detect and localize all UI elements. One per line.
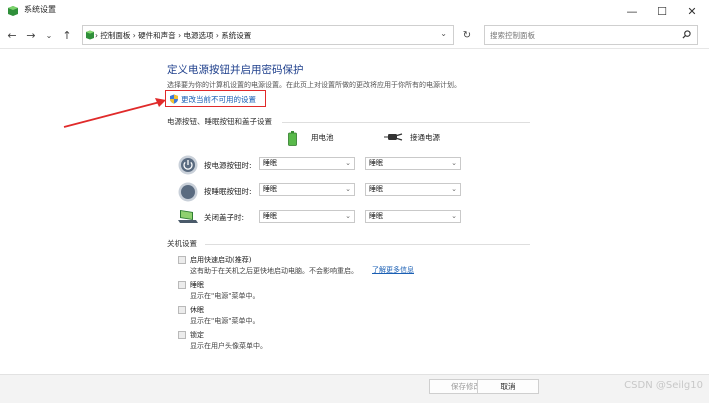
refresh-icon[interactable]: ↻: [459, 27, 475, 43]
power-button-battery-select[interactable]: 睡眠 ⌄: [259, 157, 355, 170]
back-arrow-icon[interactable]: ←: [4, 27, 20, 43]
up-arrow-icon[interactable]: ↑: [59, 27, 75, 43]
page-title: 定义电源按钮并启用密码保护: [167, 64, 304, 76]
sleep-option-desc: 显示在"电源"菜单中。: [190, 292, 260, 300]
navigation-bar: ← → ⌄ ↑ › 控制面板 › 硬件和声音 › 电源选项 › 系统设置 ⌄ ↻…: [0, 22, 709, 49]
select-value: 睡眠: [263, 159, 277, 167]
chevron-down-icon: ⌄: [451, 159, 457, 167]
change-unavailable-settings-link[interactable]: 更改当前不可用的设置: [181, 95, 256, 105]
select-value: 睡眠: [369, 159, 383, 167]
chevron-down-icon: ⌄: [451, 212, 457, 220]
section-divider: [205, 244, 530, 245]
shutdown-section-title: 关机设置: [167, 239, 197, 248]
sleep-button-battery-select[interactable]: 睡眠 ⌄: [259, 183, 355, 196]
lock-checkbox[interactable]: [178, 331, 186, 339]
breadcrumb-item-system-settings[interactable]: 系统设置: [221, 31, 251, 40]
history-chevron-down-icon[interactable]: ⌄: [41, 27, 57, 43]
power-buttons-section-title: 电源按钮、睡眠按钮和盖子设置: [167, 117, 272, 126]
address-bar[interactable]: › 控制面板 › 硬件和声音 › 电源选项 › 系统设置 ⌄: [82, 25, 454, 45]
laptop-lid-icon: [178, 210, 198, 223]
page-subtitle: 选择要为你的计算机设置的电源设置。在此页上对设置所做的更改将应用于你所有的电源计…: [167, 81, 461, 89]
search-icon[interactable]: [682, 30, 691, 39]
sleep-button-icon: [178, 182, 198, 202]
footer-bar: 保存修改 取消: [0, 374, 709, 403]
cancel-button[interactable]: 取消: [477, 379, 539, 394]
power-options-app-icon: [8, 6, 18, 16]
plug-icon: [384, 133, 403, 141]
breadcrumb-item-hardware-sound[interactable]: 硬件和声音: [138, 31, 176, 40]
sleep-option-label: 睡眠: [190, 281, 204, 289]
window-title: 系统设置: [24, 5, 56, 14]
fast-startup-desc: 这有助于在关机之后更快地启动电脑。不会影响重启。: [190, 267, 358, 275]
select-value: 睡眠: [369, 212, 383, 220]
select-value: 睡眠: [369, 185, 383, 193]
hibernate-option-label: 休眠: [190, 306, 204, 314]
chevron-down-icon: ⌄: [451, 185, 457, 193]
lock-option-label: 锁定: [190, 331, 204, 339]
plugged-in-column-header: 接通电源: [410, 133, 440, 142]
power-button-plugged-select[interactable]: 睡眠 ⌄: [365, 157, 461, 170]
select-value: 睡眠: [263, 185, 277, 193]
learn-more-link[interactable]: 了解更多信息: [372, 265, 414, 275]
sleep-checkbox[interactable]: [178, 281, 186, 289]
sleep-button-plugged-select[interactable]: 睡眠 ⌄: [365, 183, 461, 196]
chevron-down-icon: ⌄: [345, 159, 351, 167]
section-divider: [282, 122, 530, 123]
breadcrumb-item-control-panel[interactable]: 控制面板: [100, 31, 130, 40]
chevron-down-icon: ⌄: [345, 212, 351, 220]
search-input[interactable]: 搜索控制面板: [484, 25, 698, 45]
battery-column-header: 用电池: [311, 133, 334, 142]
breadcrumb-item-power-options[interactable]: 电源选项: [183, 31, 213, 40]
lock-option-desc: 显示在用户头像菜单中。: [190, 342, 267, 350]
power-button-icon: [178, 155, 198, 175]
watermark: CSDN @Seilg10: [624, 380, 703, 391]
title-bar: 系统设置 — ☐ ✕: [0, 0, 709, 22]
main-content: 定义电源按钮并启用密码保护 选择要为你的计算机设置的电源设置。在此页上对设置所做…: [0, 49, 709, 374]
power-button-label: 按电源按钮时:: [204, 161, 252, 170]
close-button[interactable]: ✕: [678, 0, 706, 22]
lid-close-plugged-select[interactable]: 睡眠 ⌄: [365, 210, 461, 223]
lid-close-label: 关闭盖子时:: [204, 213, 245, 222]
fast-startup-checkbox[interactable]: [178, 256, 186, 264]
maximize-button[interactable]: ☐: [648, 0, 676, 22]
lid-close-battery-select[interactable]: 睡眠 ⌄: [259, 210, 355, 223]
battery-icon: [288, 131, 297, 146]
annotation-arrow-icon: [63, 98, 166, 128]
address-dropdown-chevron-icon[interactable]: ⌄: [440, 29, 447, 38]
hibernate-option-desc: 显示在"电源"菜单中。: [190, 317, 260, 325]
chevron-down-icon: ⌄: [345, 185, 351, 193]
search-placeholder: 搜索控制面板: [490, 31, 535, 40]
fast-startup-label: 启用快速启动(推荐): [190, 256, 252, 264]
hibernate-checkbox[interactable]: [178, 306, 186, 314]
control-panel-icon: [86, 30, 94, 40]
forward-arrow-icon[interactable]: →: [23, 27, 39, 43]
sleep-button-label: 按睡眠按钮时:: [204, 187, 252, 196]
minimize-button[interactable]: —: [618, 0, 646, 22]
breadcrumb: › 控制面板 › 硬件和声音 › 电源选项 › 系统设置: [95, 30, 251, 41]
select-value: 睡眠: [263, 212, 277, 220]
